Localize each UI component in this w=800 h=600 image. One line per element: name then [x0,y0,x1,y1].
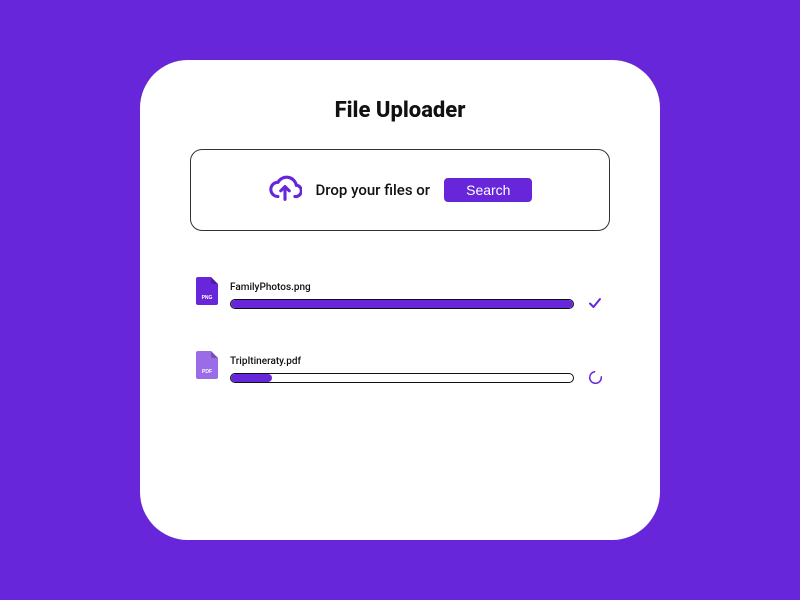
file-row: PDF TripItineraty.pdf [196,351,604,383]
page-title: File Uploader [190,98,610,123]
file-list: PNG FamilyPhotos.png PDF [190,277,610,383]
progress-fill [231,374,272,382]
file-body: FamilyPhotos.png [230,282,574,309]
progress-bar [230,299,574,309]
progress-fill [231,300,573,308]
file-row: PNG FamilyPhotos.png [196,277,604,309]
spinner-icon [586,368,604,386]
file-name: TripItineraty.pdf [230,356,574,367]
svg-text:PDF: PDF [202,369,212,375]
uploader-card: File Uploader Drop your files or Search … [140,60,660,540]
file-body: TripItineraty.pdf [230,356,574,383]
file-type-icon: PDF [196,351,218,383]
progress-bar [230,373,574,383]
search-button[interactable]: Search [444,178,532,202]
checkmark-icon [586,294,604,312]
cloud-upload-icon [268,171,302,209]
svg-text:PNG: PNG [202,295,213,301]
file-type-icon: PNG [196,277,218,309]
dropzone[interactable]: Drop your files or Search [190,149,610,231]
file-name: FamilyPhotos.png [230,282,574,293]
dropzone-label: Drop your files or [316,181,431,199]
